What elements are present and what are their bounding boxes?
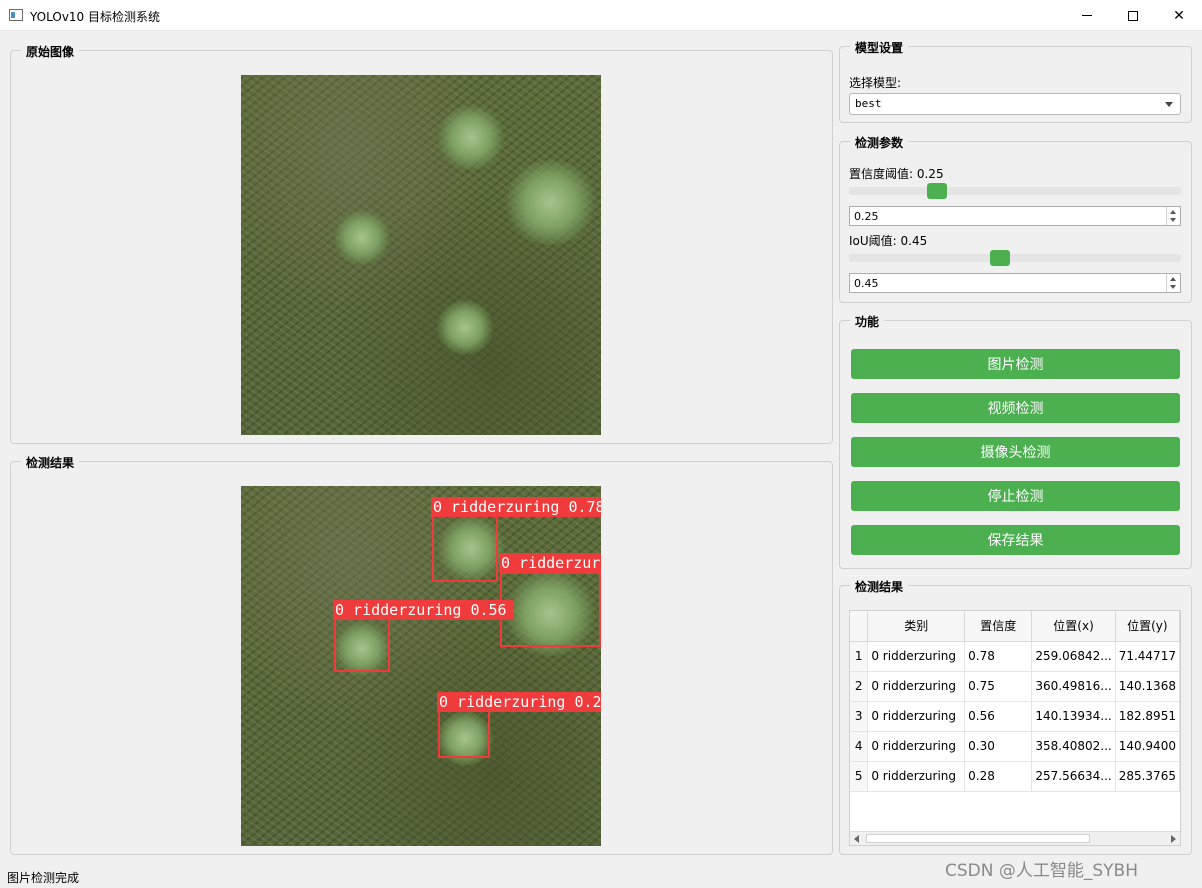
cell-y: 71.44717 [1115, 641, 1180, 672]
conf-spinbox-value: 0.25 [854, 210, 879, 223]
group-title-model: 模型设置 [850, 39, 909, 56]
detection-box [438, 710, 490, 758]
spin-up-icon [1170, 277, 1176, 281]
close-icon: ✕ [1173, 7, 1185, 24]
row-number: 2 [850, 671, 869, 702]
conf-slider[interactable] [849, 187, 1181, 195]
stop-detect-button[interactable]: 停止检测 [851, 481, 1180, 511]
detection-box [432, 515, 498, 582]
minimize-button[interactable] [1064, 0, 1110, 31]
status-bar-text: 图片检测完成 [7, 871, 80, 885]
minimize-icon [1082, 15, 1092, 16]
table-corner[interactable] [850, 611, 869, 642]
detection-box [334, 618, 390, 672]
table-header-row: 类别 置信度 位置(x) 位置(y) [850, 611, 1180, 642]
save-result-button[interactable]: 保存结果 [851, 525, 1180, 555]
spin-arrows[interactable] [1166, 207, 1180, 225]
group-title-functions: 功能 [850, 313, 885, 330]
cell-confidence: 0.56 [964, 701, 1033, 732]
iou-slider[interactable] [849, 254, 1181, 262]
row-number: 1 [850, 641, 869, 672]
cell-confidence: 0.28 [964, 761, 1033, 792]
cell-y: 140.1368 [1115, 671, 1180, 702]
model-select-value: best [855, 97, 882, 110]
column-header[interactable]: 位置(y) [1115, 611, 1180, 642]
row-number: 3 [850, 701, 869, 732]
conf-slider-handle[interactable] [927, 183, 947, 199]
cell-y: 182.8951 [1115, 701, 1180, 732]
scrollbar-thumb[interactable] [866, 834, 1090, 843]
close-button[interactable]: ✕ [1156, 0, 1202, 31]
video-detect-button[interactable]: 视频检测 [851, 393, 1180, 423]
maximize-button[interactable] [1110, 0, 1156, 31]
spin-down-icon [1170, 218, 1176, 222]
detection-label: 0 ridderzuring 0.56 [333, 600, 513, 620]
spin-arrows[interactable] [1166, 274, 1180, 292]
results-table[interactable]: 类别 置信度 位置(x) 位置(y) 1 0 ridderzuring 0.78… [849, 610, 1181, 846]
row-number: 5 [850, 761, 869, 792]
model-select-label: 选择模型: [849, 76, 902, 90]
scroll-right-icon[interactable] [1171, 835, 1176, 843]
row-number: 4 [850, 731, 869, 762]
detection-box [500, 572, 601, 647]
spin-down-icon [1170, 285, 1176, 289]
horizontal-scrollbar[interactable] [850, 831, 1180, 845]
cell-confidence: 0.30 [964, 731, 1033, 762]
table-row[interactable]: 5 0 ridderzuring 0.28 257.56634... 285.3… [850, 761, 1180, 792]
cell-y: 285.3765 [1115, 761, 1180, 792]
maximize-icon [1128, 10, 1138, 21]
group-title-original: 原始图像 [21, 43, 80, 60]
cell-class: 0 ridderzuring [867, 671, 966, 702]
scroll-left-icon[interactable] [854, 835, 859, 843]
conf-threshold-label: 置信度阈值: 0.25 [849, 167, 944, 181]
watermark: CSDN @人工智能_SYBH [945, 861, 1138, 881]
camera-detect-button[interactable]: 摄像头检测 [851, 437, 1180, 467]
chevron-down-icon [1165, 102, 1173, 107]
original-image [241, 75, 601, 435]
iou-spinbox[interactable]: 0.45 [849, 273, 1181, 293]
column-header[interactable]: 位置(x) [1031, 611, 1116, 642]
iou-spinbox-value: 0.45 [854, 277, 879, 290]
iou-slider-handle[interactable] [990, 250, 1010, 266]
table-row[interactable]: 1 0 ridderzuring 0.78 259.06842... 71.44… [850, 641, 1180, 672]
column-header[interactable]: 置信度 [964, 611, 1033, 642]
table-row[interactable]: 2 0 ridderzuring 0.75 360.49816... 140.1… [850, 671, 1180, 702]
cell-class: 0 ridderzuring [867, 701, 966, 732]
cell-x: 257.56634... [1031, 761, 1116, 792]
conf-spinbox[interactable]: 0.25 [849, 206, 1181, 226]
group-title-params: 检测参数 [850, 134, 909, 151]
cell-class: 0 ridderzuring [867, 731, 966, 762]
window-title: YOLOv10 目标检测系统 [30, 10, 161, 24]
cell-class: 0 ridderzuring [867, 761, 966, 792]
cell-x: 140.13934... [1031, 701, 1116, 732]
cell-class: 0 ridderzuring [867, 641, 966, 672]
table-row[interactable]: 4 0 ridderzuring 0.30 358.40802... 140.9… [850, 731, 1180, 762]
detection-label: 0 ridderzuring 0.78 [431, 497, 601, 517]
cell-x: 358.40802... [1031, 731, 1116, 762]
result-image: 0 ridderzuring 0.78 0 ridderzuring 0.75 … [241, 486, 601, 846]
cell-confidence: 0.78 [964, 641, 1033, 672]
spin-up-icon [1170, 210, 1176, 214]
app-icon [9, 9, 23, 21]
table-row[interactable]: 3 0 ridderzuring 0.56 140.13934... 182.8… [850, 701, 1180, 732]
cell-x: 360.49816... [1031, 671, 1116, 702]
image-detect-button[interactable]: 图片检测 [851, 349, 1180, 379]
title-bar: YOLOv10 目标检测系统 ✕ [0, 0, 1202, 31]
cell-x: 259.06842... [1031, 641, 1116, 672]
model-select[interactable]: best [849, 93, 1181, 115]
detection-label: 0 ridderzuring 0.75 [499, 553, 601, 573]
cell-y: 140.9400 [1115, 731, 1180, 762]
group-title-table: 检测结果 [850, 578, 909, 595]
column-header[interactable]: 类别 [867, 611, 966, 642]
group-title-result: 检测结果 [21, 454, 80, 471]
iou-threshold-label: IoU阈值: 0.45 [849, 234, 928, 248]
cell-confidence: 0.75 [964, 671, 1033, 702]
detection-label: 0 ridderzuring 0.28 [437, 692, 601, 712]
